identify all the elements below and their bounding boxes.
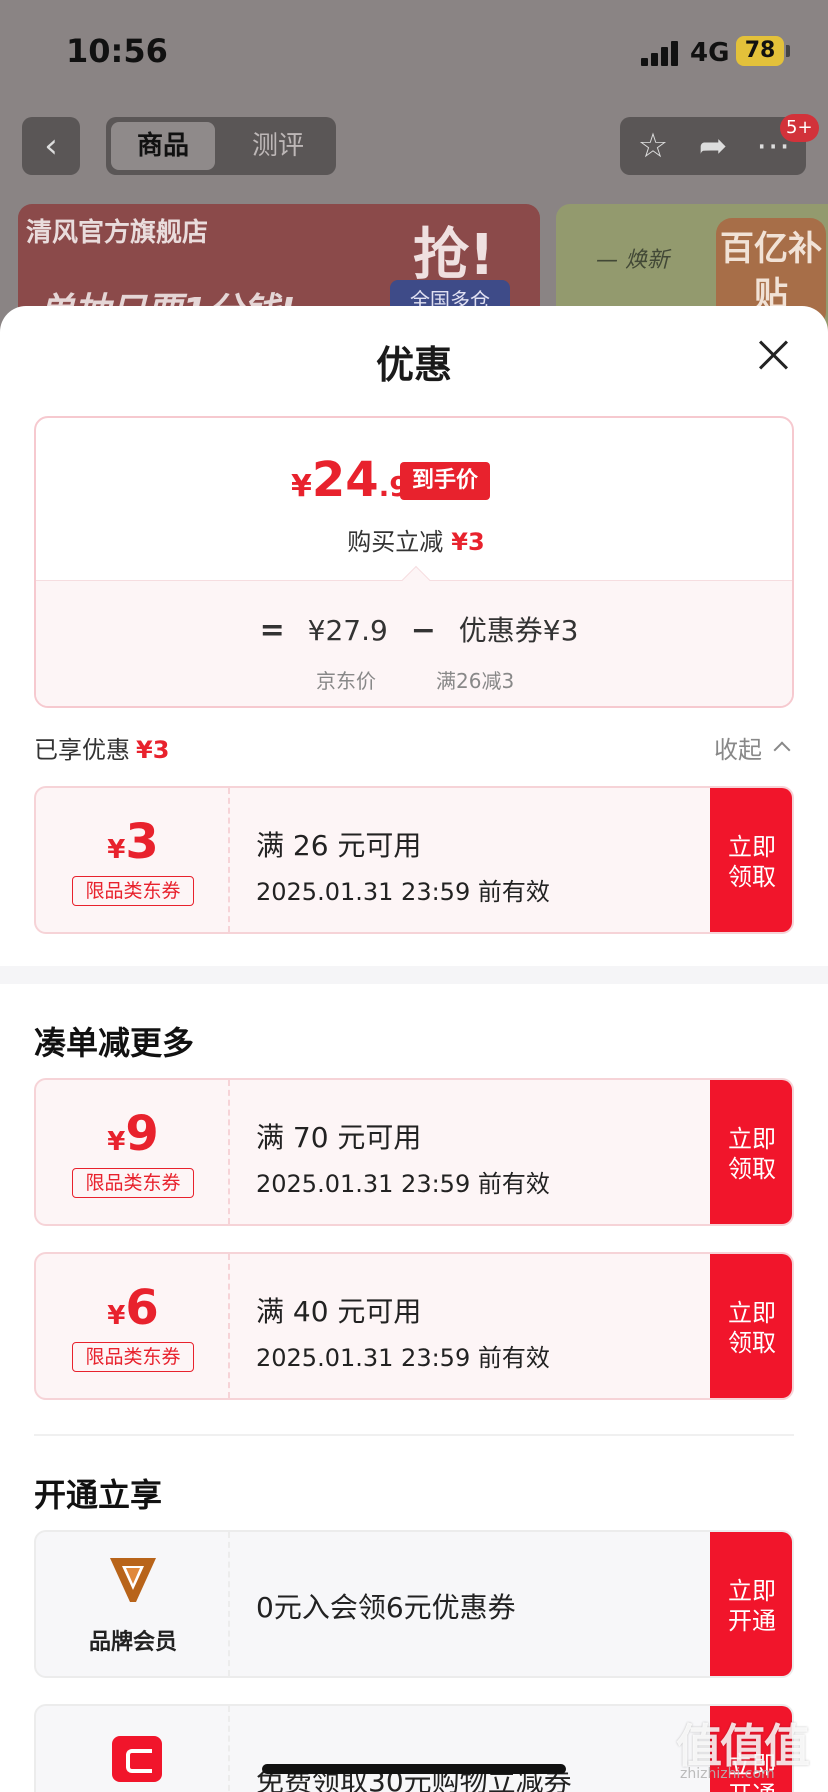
enjoyed-value: ¥3 <box>136 736 170 764</box>
coupon-type-tag: 限品类东券 <box>72 1168 194 1198</box>
coupon-validity: 2025.01.31 23:59 前有效 <box>256 878 550 906</box>
claim-coupon-button[interactable]: 立即 领取 <box>710 788 792 932</box>
coupon-currency: ¥ <box>107 1301 126 1331</box>
instant-cut: 购买立减 ¥3 <box>36 522 792 557</box>
coupon-type-tag: 限品类东券 <box>72 876 194 906</box>
home-indicator <box>262 1764 566 1774</box>
jd-price: ¥27.9 <box>307 614 388 647</box>
open-section-title: 开通立享 <box>34 1476 163 1514</box>
star-icon[interactable]: ☆ <box>632 125 674 167</box>
enjoyed-discount: 已享优惠 ¥3 <box>34 730 169 765</box>
status-time: 10:56 <box>66 32 168 70</box>
claim-coupon-button[interactable]: 立即 领取 <box>710 1254 792 1398</box>
equals-sign: = <box>259 613 285 648</box>
more-section-title: 凑单减更多 <box>34 1024 195 1062</box>
open-membership-button[interactable]: 立即 开通 <box>710 1532 792 1676</box>
collapse-button[interactable]: 收起 <box>714 730 791 765</box>
card-logo-icon <box>112 1736 162 1782</box>
enjoyed-label: 已享优惠 <box>34 736 130 764</box>
chevron-left-icon: ‹ <box>44 126 58 166</box>
chevron-up-icon <box>773 741 791 759</box>
coupon-validity: 2025.01.31 23:59 前有效 <box>256 1170 550 1198</box>
coupon-currency: ¥ <box>107 835 126 865</box>
sheet-title: 优惠 <box>375 343 452 387</box>
coupon-validity: 2025.01.31 23:59 前有效 <box>256 1344 550 1372</box>
battery-tip <box>786 45 790 57</box>
coupon-rule: 满26减3 <box>436 669 515 693</box>
coupon-amount: ¥6 <box>36 1280 230 1336</box>
banner-store-name: 清风官方旗舰店 <box>26 218 209 248</box>
final-price-currency: ¥ <box>291 469 312 504</box>
coupon-condition: 满 26 元可用 <box>256 829 422 862</box>
coupon-condition: 满 70 元可用 <box>256 1121 422 1154</box>
section-separator <box>0 966 828 984</box>
coupon-value: 9 <box>125 1106 159 1162</box>
minus-sign: − <box>410 613 436 648</box>
jd-price-label: 京东价 <box>316 669 376 693</box>
membership-card: 品牌会员 0元入会领6元优惠券 立即 开通 <box>34 1530 794 1678</box>
coupon-card: ¥3 限品类东券 满 26 元可用 2025.01.31 23:59 前有效 立… <box>34 786 794 934</box>
top-tabs: 商品 测评 <box>106 117 336 175</box>
network-type: 4G <box>690 38 730 68</box>
coupon-value: 3 <box>125 814 159 870</box>
coupon-value: 6 <box>125 1280 159 1336</box>
signal-icon <box>641 40 681 66</box>
coupon-part: 优惠券¥3 <box>458 614 579 647</box>
battery-icon: 78 <box>736 36 784 66</box>
final-price-int: 24 <box>311 452 379 508</box>
collapse-label: 收起 <box>714 736 762 764</box>
coupon-card: ¥6 限品类东券 满 40 元可用 2025.01.31 23:59 前有效 立… <box>34 1252 794 1400</box>
coupon-amount: ¥3 <box>36 814 230 870</box>
banner2-sub: — 焕新 <box>596 248 669 273</box>
coupon-amount: ¥9 <box>36 1106 230 1162</box>
membership-offer: 0元入会领6元优惠券 <box>256 1591 516 1624</box>
instant-cut-value: ¥3 <box>451 528 485 556</box>
brand-member-logo-icon <box>110 1558 156 1602</box>
tab-review[interactable]: 测评 <box>226 122 330 170</box>
discount-sheet: 优惠 ¥24.9 到手价 购买立减 ¥3 = ¥27.9 − 优惠券¥3 京东价 … <box>0 306 828 1792</box>
coupon-type-tag: 限品类东券 <box>72 1342 194 1372</box>
brand-member-label: 品牌会员 <box>88 1630 177 1655</box>
divider <box>34 1434 794 1436</box>
banner-grab: 抢! <box>413 223 495 288</box>
instant-cut-label: 购买立减 <box>347 528 444 556</box>
coupon-condition: 满 40 元可用 <box>256 1295 422 1328</box>
share-icon[interactable]: ➦ <box>692 125 734 167</box>
tab-product[interactable]: 商品 <box>111 122 215 170</box>
watermark-url: zhizhizhi.com <box>680 1766 775 1782</box>
claim-coupon-button[interactable]: 立即 领取 <box>710 1080 792 1224</box>
status-bar: 10:56 4G 78 <box>0 0 828 100</box>
coupon-card: ¥9 限品类东券 满 70 元可用 2025.01.31 23:59 前有效 立… <box>34 1078 794 1226</box>
close-icon[interactable] <box>758 340 788 370</box>
final-price: ¥24.9 <box>291 452 409 508</box>
price-formula: = ¥27.9 − 优惠券¥3 京东价 满26减3 <box>36 580 792 706</box>
back-button[interactable]: ‹ <box>22 117 80 175</box>
price-summary-card: ¥24.9 到手价 购买立减 ¥3 = ¥27.9 − 优惠券¥3 京东价 满26… <box>34 416 794 708</box>
final-price-label: 到手价 <box>400 462 490 500</box>
message-badge: 5+ <box>780 114 819 142</box>
nav-actions: ☆ ➦ ⋯ <box>620 117 806 175</box>
coupon-currency: ¥ <box>107 1127 126 1157</box>
